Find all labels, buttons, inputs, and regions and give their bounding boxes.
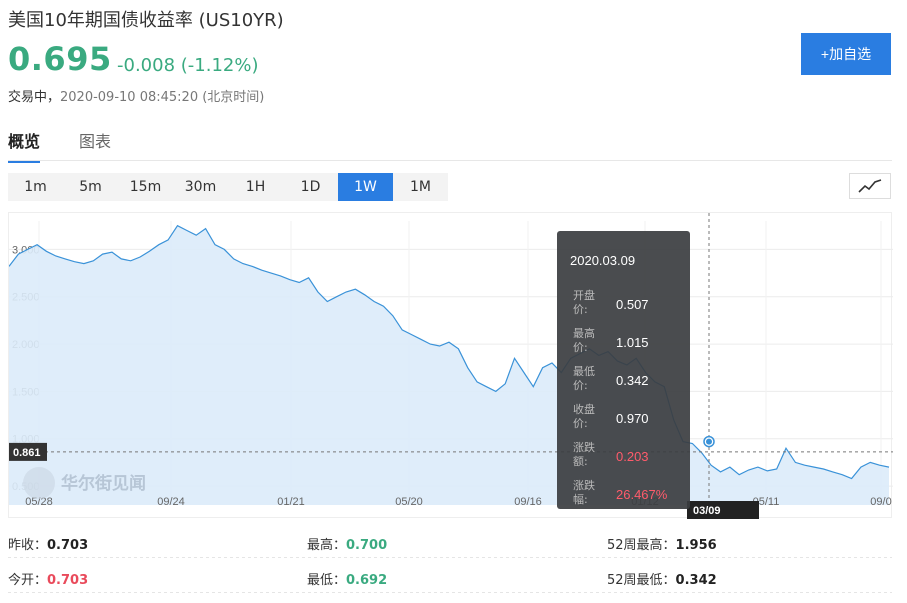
watermark-logo [23, 467, 55, 499]
stat-high: 最高：0.700 [307, 534, 387, 553]
x-tick-label: 09/24 [157, 496, 185, 508]
x-tick-label: 05/20 [395, 496, 423, 508]
crosshair-dot [706, 438, 712, 445]
tooltip-row-label: 价: [573, 417, 588, 430]
tab-bar: 概览 图表 [8, 125, 892, 163]
x-tick-label: 09/16 [514, 496, 542, 508]
stat-52w-high: 52周最高：1.956 [607, 534, 717, 553]
x-tick-label: 01/21 [277, 496, 305, 508]
stat-52w-low: 52周最低：0.342 [607, 569, 717, 588]
period-1m[interactable]: 1m [8, 173, 63, 201]
stat-52w-high-label: 52周最高： [607, 538, 676, 553]
tooltip-row-label: 最低 [573, 365, 595, 378]
stat-open-label: 今开： [8, 573, 48, 588]
period-15m[interactable]: 15m [118, 173, 173, 201]
stat-low-label: 最低： [307, 573, 347, 588]
add-watchlist-button[interactable]: +加自选 [801, 33, 891, 75]
tab-overview[interactable]: 概览 [8, 128, 41, 163]
tab-chart[interactable]: 图表 [79, 128, 111, 161]
tooltip-row-label: 涨跌 [573, 440, 595, 454]
period-1h[interactable]: 1H [228, 173, 283, 201]
tooltip-row-label: 涨跌 [573, 478, 595, 492]
period-5m[interactable]: 5m [63, 173, 118, 201]
tooltip-row-value: 0.970 [616, 411, 649, 426]
divider [8, 592, 892, 593]
tooltip-row-label: 额: [573, 455, 588, 468]
tooltip-row-label: 价: [573, 379, 588, 392]
tooltip-row-label: 最高 [573, 326, 595, 340]
divider [8, 557, 892, 558]
price-change: -0.008 (-1.12%) [117, 55, 259, 76]
tooltip-row-label: 价: [573, 303, 588, 316]
x-tick-label: 09/0 [870, 496, 891, 508]
status-time: 2020-09-10 08:45:20 (北京时间) [60, 90, 265, 105]
tooltip-row-label: 收盘 [573, 402, 595, 416]
chart-svg: 3.0002.5002.0001.5001.0000.50005/2809/24… [8, 213, 893, 519]
last-price: 0.695 [8, 40, 112, 78]
area-fill [9, 225, 889, 505]
tooltip-row-value: 26.467% [616, 487, 668, 502]
stat-low: 最低：0.692 [307, 569, 387, 588]
stat-high-value: 0.700 [346, 538, 388, 553]
security-title: 美国10年期国债收益率 (US10YR) [8, 10, 284, 31]
watermark-text: 华尔街见闻 [61, 473, 146, 494]
tooltip-row-value: 0.203 [616, 449, 649, 464]
chart-type-toggle[interactable] [849, 173, 891, 199]
period-1w[interactable]: 1W [338, 173, 393, 201]
tooltip-row-value: 0.342 [616, 373, 649, 388]
tooltip-row-value: 1.015 [616, 335, 649, 350]
trading-status: 交易中，2020-09-10 08:45:20 (北京时间) [8, 86, 264, 105]
stat-open-value: 0.703 [47, 573, 89, 588]
period-1d[interactable]: 1D [283, 173, 338, 201]
stat-high-label: 最高： [307, 538, 347, 553]
tooltip-row-label: 价: [573, 341, 588, 354]
crosshair-y-label: 0.861 [13, 447, 41, 459]
status-label: 交易中， [8, 90, 61, 105]
stat-52w-high-value: 1.956 [675, 538, 717, 553]
crosshair-x-label: 03/09 [693, 505, 721, 517]
tooltip-row-value: 0.507 [616, 297, 649, 312]
period-1mo[interactable]: 1M [393, 173, 448, 201]
stat-open: 今开：0.703 [8, 569, 88, 588]
tooltip-row-label: 开盘 [573, 288, 595, 302]
tooltip-row-label: 幅: [573, 493, 588, 506]
stat-prev-close-value: 0.703 [47, 538, 89, 553]
stat-prev-close: 昨收：0.703 [8, 534, 88, 553]
tooltip-date: 2020.03.09 [570, 253, 635, 268]
line-chart-icon [858, 179, 882, 193]
price-chart[interactable]: 3.0002.5002.0001.5001.0000.50005/2809/24… [8, 212, 893, 519]
stat-52w-low-label: 52周最低： [607, 573, 676, 588]
period-30m[interactable]: 30m [173, 173, 228, 201]
stat-52w-low-value: 0.342 [675, 573, 717, 588]
stat-prev-close-label: 昨收： [8, 538, 48, 553]
period-selector: 1m 5m 15m 30m 1H 1D 1W 1M [8, 173, 448, 201]
stat-low-value: 0.692 [346, 573, 388, 588]
